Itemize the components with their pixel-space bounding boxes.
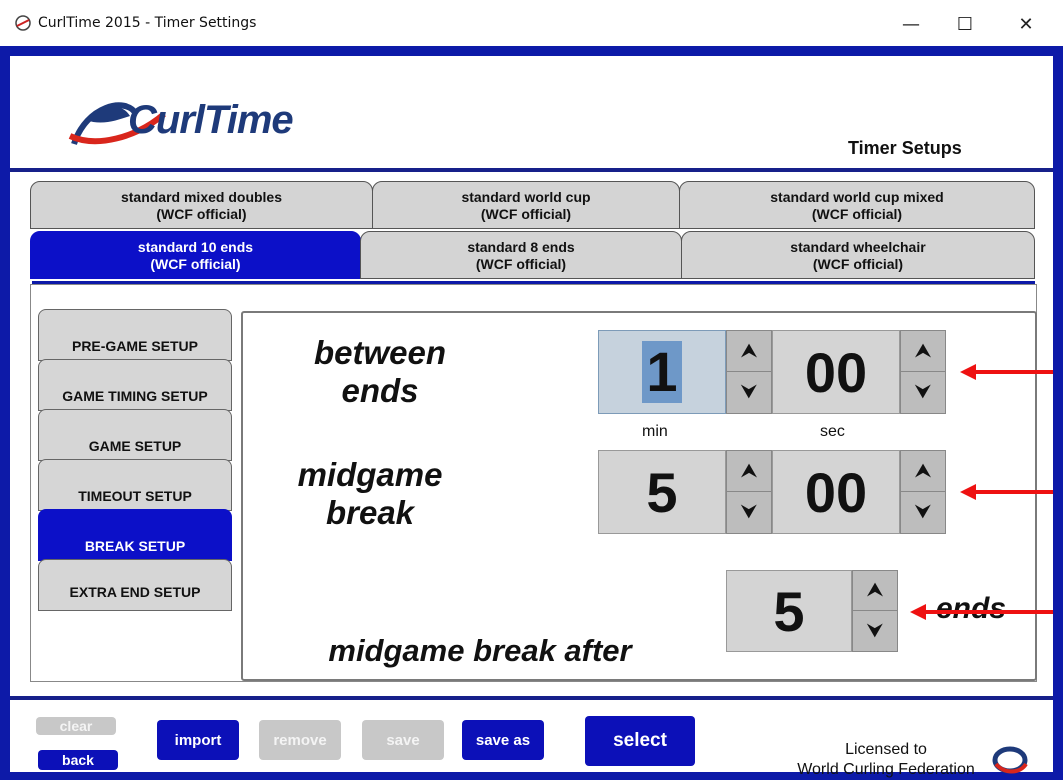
tab-standard-8-ends[interactable]: standard 8 ends (WCF official) [360,231,682,279]
arrow-up-icon[interactable]: ⮝ [853,571,897,611]
arrow-up-icon[interactable]: ⮝ [727,451,771,492]
ends-value: 5 [773,579,805,643]
minimize-button[interactable]: — [888,8,934,40]
tab-standard-wheelchair[interactable]: standard wheelchair (WCF official) [681,231,1035,279]
logo-text: CurlTime [128,98,294,142]
seconds-value: 00 [804,460,868,524]
arrow-line [972,370,1053,374]
arrow-up-icon[interactable]: ⮝ [727,331,771,372]
save-as-button[interactable]: save as [462,720,544,760]
arrow-down-icon[interactable]: ⮟ [901,492,945,533]
main-panel: CurlTime Timer Setups standard mixed dou… [10,56,1053,778]
arrow-left-icon [960,364,976,380]
page-title: Timer Setups [848,138,962,158]
midgame-break-after-field[interactable]: 5 [726,570,852,652]
wcf-logo-icon [992,746,1028,774]
select-button[interactable]: select [585,716,695,766]
tab-sublabel: (WCF official) [475,256,567,272]
arrow-left-icon [960,484,976,500]
import-button[interactable]: import [157,720,239,760]
arrow-up-icon[interactable]: ⮝ [901,451,945,492]
license-line: World Curling Federation [797,761,975,778]
tab-standard-world-cup-mixed[interactable]: standard world cup mixed (WCF official) [679,181,1035,229]
tab-sublabel: (WCF official) [156,206,247,222]
remove-button[interactable]: remove [259,720,341,760]
tab-label: standard 10 ends [137,239,254,255]
window-title: CurlTime 2015 - Timer Settings [38,15,257,31]
minutes-value: 1 [642,341,682,403]
sidebar-item-break-setup[interactable]: BREAK SETUP [38,509,232,561]
tab-sublabel: (WCF official) [150,256,241,272]
minutes-unit-label: min [642,423,668,440]
label-line: ends [341,372,419,409]
between-ends-minutes-stepper[interactable]: ⮝ ⮟ [726,330,772,414]
midgame-break-minutes-field[interactable]: 5 [598,450,726,534]
license-line: Licensed to [845,741,927,758]
save-button[interactable]: save [362,720,444,760]
tab-standard-10-ends[interactable]: standard 10 ends (WCF official) [30,231,361,279]
tab-standard-mixed-doubles[interactable]: standard mixed doubles (WCF official) [30,181,373,229]
arrow-line [972,490,1053,494]
arrow-left-icon [910,604,926,620]
header-divider [10,168,1053,172]
arrow-line [922,610,1053,614]
between-ends-seconds-field[interactable]: 00 [772,330,900,414]
tab-label: standard 8 ends [467,239,575,255]
title-bar: CurlTime 2015 - Timer Settings — ☐ ✕ [0,0,1063,46]
arrow-down-icon[interactable]: ⮟ [727,492,771,533]
sidebar-item-extra-end-setup[interactable]: EXTRA END SETUP [38,559,232,611]
maximize-button[interactable]: ☐ [942,8,988,40]
clear-button[interactable]: clear [36,717,116,735]
midgame-break-minutes-stepper[interactable]: ⮝ ⮟ [726,450,772,534]
tab-sublabel: (WCF official) [811,206,903,222]
arrow-up-icon[interactable]: ⮝ [901,331,945,372]
tab-label: standard wheelchair [790,239,926,255]
seconds-value: 00 [804,340,868,404]
sidebar-item-pre-game-setup[interactable]: PRE-GAME SETUP [38,309,232,361]
between-ends-label: between ends [290,334,470,410]
license-text: Licensed to World Curling Federation [786,740,986,780]
sidebar-item-timeout-setup[interactable]: TIMEOUT SETUP [38,459,232,511]
tab-sublabel: (WCF official) [812,256,904,272]
minutes-value: 5 [646,460,678,524]
sidebar-item-game-timing-setup[interactable]: GAME TIMING SETUP [38,359,232,411]
midgame-break-after-label: midgame break after [328,633,632,668]
arrow-down-icon[interactable]: ⮟ [901,372,945,413]
back-button[interactable]: back [38,750,118,770]
ends-unit-label: ends [936,592,1007,625]
midgame-break-seconds-stepper[interactable]: ⮝ ⮟ [900,450,946,534]
midgame-break-seconds-field[interactable]: 00 [772,450,900,534]
arrow-down-icon[interactable]: ⮟ [727,372,771,413]
seconds-unit-label: sec [820,423,845,440]
between-ends-minutes-field[interactable]: 1 [598,330,726,414]
label-line: midgame [297,456,443,493]
arrow-down-icon[interactable]: ⮟ [853,611,897,651]
midgame-break-after-stepper[interactable]: ⮝ ⮟ [852,570,898,652]
app-icon [15,15,31,31]
main-frame: CurlTime Timer Setups standard mixed dou… [0,46,1063,780]
label-line: between [313,334,447,371]
close-button[interactable]: ✕ [1003,8,1049,40]
sidebar-item-game-setup[interactable]: GAME SETUP [38,409,232,461]
tab-sublabel: (WCF official) [480,206,572,222]
tab-label: standard mixed doubles [120,189,283,205]
label-line: break [325,494,415,531]
tab-label: standard world cup [461,189,591,205]
between-ends-seconds-stepper[interactable]: ⮝ ⮟ [900,330,946,414]
midgame-break-label: midgame break [280,456,460,532]
footer-divider [10,696,1053,700]
tab-standard-world-cup[interactable]: standard world cup (WCF official) [372,181,680,229]
tab-label: standard world cup mixed [770,189,944,205]
